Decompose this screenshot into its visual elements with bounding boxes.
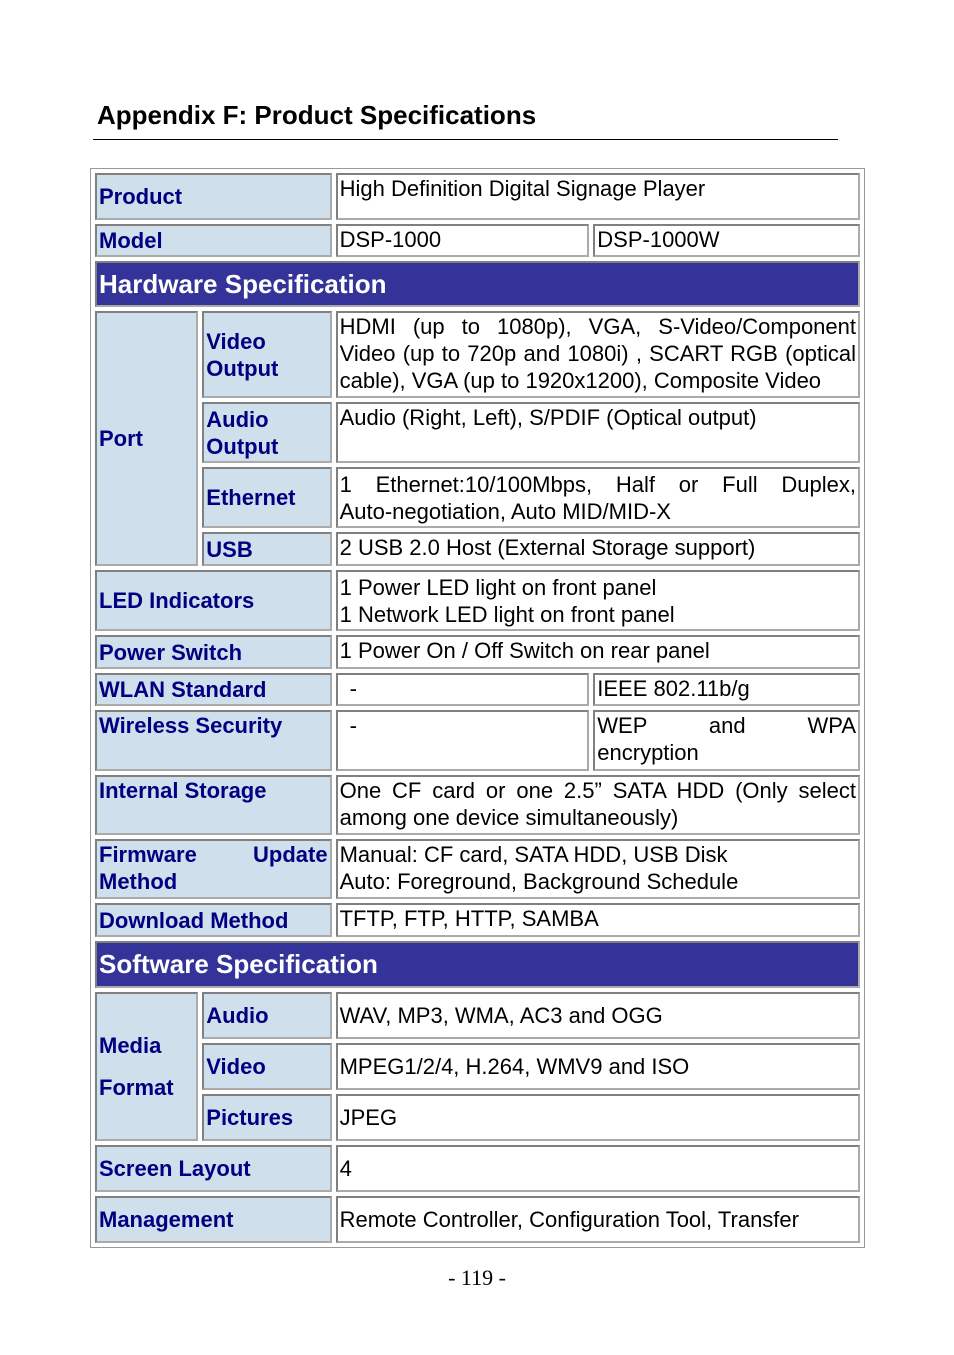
label: Ethernet [202, 467, 332, 528]
line: HDMI (up to 1080p), VGA, S-Video/Compone… [339, 314, 856, 339]
value: 4 [335, 1145, 860, 1192]
spec-table: Product High Definition Digital Signage … [90, 168, 865, 1248]
label: Download Method [95, 903, 332, 937]
value: 2 USB 2.0 Host (External Storage support… [335, 532, 860, 566]
label-text: Video Output [206, 328, 279, 381]
value: 1 Power LED light on front panel 1 Networ… [335, 570, 860, 631]
label: Media Format [95, 992, 199, 1141]
line: Firmware Update [99, 842, 328, 867]
value: HDMI (up to 1080p), VGA, S-Video/Compone… [335, 311, 860, 398]
label: LED Indicators [95, 570, 332, 631]
row-product: Product High Definition Digital Signage … [95, 173, 860, 220]
line: Media [99, 1032, 162, 1058]
value: 1 Power On / Off Switch on rear panel [335, 635, 860, 669]
line: Format [99, 1074, 174, 1100]
page-title: Appendix F: Product Specifications [97, 100, 537, 130]
line: Manual: CF card, SATA HDD, USB Disk [339, 842, 728, 867]
line: encryption [597, 740, 699, 765]
title-rule [93, 139, 838, 140]
line: among one device simultaneously) [339, 805, 679, 830]
value: DSP-1000 [335, 224, 590, 257]
row-model: Model DSP-1000 DSP-1000W [95, 224, 860, 257]
label: Screen Layout [95, 1145, 332, 1192]
label: Pictures [202, 1094, 332, 1141]
line: Method [99, 869, 178, 894]
label: Management [95, 1196, 332, 1243]
line: WEP and WPA [597, 713, 856, 738]
line: 1 Ethernet:10/100Mbps, Half or Full Dupl… [339, 471, 856, 497]
line: 1 Power LED light on front panel [339, 574, 657, 600]
page-number: - 119 - [448, 1265, 506, 1290]
line: cable), VGA (up to 1920x1200), Composite… [339, 368, 822, 393]
label: Audio Output [202, 402, 332, 463]
label: Internal Storage [95, 775, 332, 835]
line: Auto: Foreground, Background Schedule [339, 869, 739, 894]
line: One CF card or one 2.5” SATA HDD (Only s… [339, 778, 856, 803]
value: WAV, MP3, WMA, AC3 and OGG [335, 992, 860, 1039]
label: Audio [202, 992, 332, 1039]
value: JPEG [335, 1094, 860, 1141]
value: TFTP, FTP, HTTP, SAMBA [335, 903, 860, 937]
label: WLAN Standard [95, 673, 332, 706]
line: 1 Network LED light on front panel [339, 601, 675, 627]
label: USB [202, 532, 332, 566]
value: 1 Ethernet:10/100Mbps, Half or Full Dupl… [335, 467, 860, 528]
label: Power Switch [95, 635, 332, 669]
section-header: Hardware Specification [95, 261, 860, 307]
label: Model [95, 224, 332, 257]
value: High Definition Digital Signage Player [335, 173, 860, 220]
label: Firmware Update Method [95, 839, 332, 899]
value: One CF card or one 2.5” SATA HDD (Only s… [335, 775, 860, 835]
line: Auto-negotiation, Auto MID/MID-X [339, 498, 671, 524]
label: Video [202, 1043, 332, 1090]
value: Audio (Right, Left), S/PDIF (Optical out… [335, 402, 860, 463]
value: Remote Controller, Configuration Tool, T… [335, 1196, 860, 1243]
value: IEEE 802.11b/g [593, 673, 860, 706]
value: MPEG1/2/4, H.264, WMV9 and ISO [335, 1043, 860, 1090]
section-header: Software Specification [95, 941, 860, 988]
value: DSP-1000W [593, 224, 860, 257]
value: - [335, 710, 590, 771]
label: Wireless Security [95, 710, 332, 771]
line: Video (up to 720p and 1080i) , SCART RGB… [339, 341, 856, 366]
label: Video Output [202, 311, 332, 398]
value: WEP and WPA encryption [593, 710, 860, 771]
value: Manual: CF card, SATA HDD, USB Disk Auto:… [335, 839, 860, 899]
label: Port [95, 311, 199, 566]
label: Product [95, 173, 332, 220]
value: - [335, 673, 590, 706]
